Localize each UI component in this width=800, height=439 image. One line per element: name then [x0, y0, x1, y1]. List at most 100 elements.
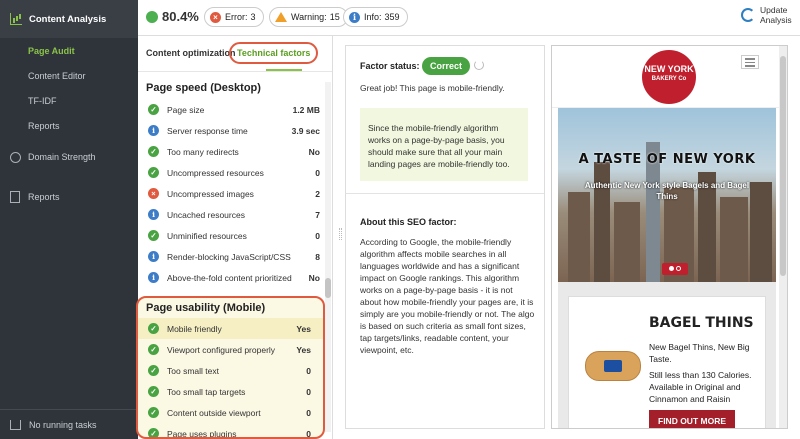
factor-value: Yes [296, 344, 311, 355]
factor-value: No [308, 146, 320, 157]
factor-label: Above-the-fold content prioritized [167, 272, 292, 283]
factor-label: Content outside viewport [167, 407, 261, 418]
warning-filter-button[interactable]: Warning: 15 [269, 7, 348, 27]
preview-header: NEW YORK BAKERY Co [552, 46, 781, 108]
factor-row[interactable]: i Render-blocking JavaScript/CSS 8 [138, 246, 332, 267]
factor-status-badge: Correct [422, 57, 471, 75]
check-icon: ✓ [148, 365, 159, 376]
factor-label: Uncompressed images [167, 188, 254, 199]
factor-label: Mobile friendly [167, 323, 222, 334]
scrollbar-thumb[interactable] [780, 56, 786, 276]
factor-label: Too small text [167, 365, 219, 376]
factor-label: Uncompressed resources [167, 167, 264, 178]
scrollbar-thumb[interactable] [325, 278, 331, 298]
check-icon: ✓ [148, 344, 159, 355]
factor-label: Page size [167, 104, 205, 115]
check-icon: ✓ [148, 323, 159, 334]
building-shape [614, 202, 640, 282]
about-heading: About this SEO factor: [360, 217, 457, 227]
factor-row[interactable]: ✓ Page size 1.2 MB [138, 99, 332, 120]
factor-row[interactable]: i Server response time 3.9 sec [138, 120, 332, 141]
factor-value: 3.9 sec [291, 125, 320, 136]
factor-note: Since the mobile-friendly algorithm work… [360, 108, 528, 181]
error-icon: × [210, 11, 221, 23]
page-usability-section: Page usability (Mobile) ✓ Mobile friendly… [136, 296, 325, 439]
info-icon: i [148, 251, 159, 262]
factor-row[interactable]: ✓ Page uses plugins 0 [138, 423, 323, 439]
factor-details-panel: Factor status: Correct Great job! This p… [345, 45, 545, 429]
sidebar-subitem-reports[interactable]: Reports [0, 113, 138, 138]
product-text-2: Still less than 130 Calories. Available … [649, 370, 752, 404]
factor-row[interactable]: ✓ Mobile friendly Yes [138, 318, 323, 339]
error-filter-button[interactable]: × Error: 3 [204, 7, 264, 27]
check-icon: ✓ [148, 104, 159, 115]
factor-label: Too small tap targets [167, 386, 246, 397]
sidebar-subitem-tf-idf[interactable]: TF-IDF [0, 88, 138, 113]
factor-value: No [308, 272, 320, 283]
divider [346, 193, 544, 194]
update-analysis-button[interactable]: Update Analysis [741, 5, 794, 25]
factor-label: Page uses plugins [167, 428, 237, 439]
preview-scrollbar[interactable] [779, 46, 787, 428]
info-filter-button[interactable]: i Info: 359 [343, 7, 408, 27]
task-status[interactable]: No running tasks [0, 409, 138, 439]
preview-page: NEW YORK BAKERY Co A TASTE OF NEW YORK A… [552, 46, 781, 428]
tab-content-optimization[interactable]: Content optimization [146, 48, 236, 58]
factor-row[interactable]: ✓ Uncompressed resources 0 [138, 162, 332, 183]
sidebar-item-domain-strength[interactable]: Domain Strength [0, 144, 138, 170]
page-usability-heading: Page usability (Mobile) [146, 302, 266, 314]
building-shape [568, 192, 590, 282]
building-shape [720, 197, 748, 282]
factor-row[interactable]: ✓ Viewport configured properly Yes [138, 339, 323, 360]
hero-banner: A TASTE OF NEW YORK Authentic New York s… [558, 108, 776, 282]
sidebar-subitem-content-editor[interactable]: Content Editor [0, 63, 138, 88]
sidebar-item-reports[interactable]: Reports [0, 184, 138, 210]
find-out-more-button[interactable]: FIND OUT MORE [649, 410, 735, 428]
sidebar-subitem-page-audit[interactable]: Page Audit [0, 38, 138, 63]
factor-row[interactable]: ✓ Too small text 0 [138, 360, 323, 381]
factors-scrollbar[interactable] [325, 82, 331, 432]
update-analysis-label: Update Analysis [760, 5, 792, 25]
panel-splitter-handle[interactable] [339, 228, 342, 240]
page-speed-list: ✓ Page size 1.2 MB i Server response time 3.9… [138, 99, 332, 288]
info-icon: i [148, 125, 159, 136]
check-icon: ✓ [148, 386, 159, 397]
factor-row[interactable]: ✓ Too many redirects No [138, 141, 332, 162]
factor-value: 0 [315, 167, 320, 178]
factor-value: 2 [315, 188, 320, 199]
info-count: 359 [384, 12, 400, 22]
error-label: Error: [225, 12, 248, 22]
factor-row[interactable]: ✓ Unminified resources 0 [138, 225, 332, 246]
sidebar-header-label: Content Analysis [29, 13, 107, 25]
check-icon: ✓ [148, 167, 159, 178]
product-card: BAGEL THINS New Bagel Thins, New Big Tas… [568, 296, 766, 428]
top-bar: 80.4% × Error: 3 Warning: 15 i Info: 359… [138, 0, 800, 36]
page-speed-heading: Page speed (Desktop) [146, 82, 261, 94]
carousel-dots[interactable] [662, 263, 688, 275]
factor-row[interactable]: ✓ Content outside viewport 0 [138, 402, 323, 423]
brand-logo: NEW YORK BAKERY Co [642, 50, 696, 104]
info-icon: i [148, 209, 159, 220]
tab-technical-factors[interactable]: Technical factors [229, 42, 319, 64]
factor-value: 1.2 MB [292, 104, 320, 115]
product-image [585, 351, 641, 381]
product-text-1: New Bagel Thins, New Big Taste. [649, 342, 750, 364]
task-status-label: No running tasks [29, 419, 97, 430]
recheck-icon[interactable] [474, 60, 484, 70]
active-tab-underline [266, 69, 302, 71]
factor-value: 8 [315, 251, 320, 262]
info-label: Info: [364, 12, 382, 22]
factor-row[interactable]: i Uncached resources 7 [138, 204, 332, 225]
factor-label: Viewport configured properly [167, 344, 276, 355]
factor-row[interactable]: i Above-the-fold content prioritized No [138, 267, 332, 288]
factor-label: Too many redirects [167, 146, 239, 157]
factor-row[interactable]: × Uncompressed images 2 [138, 183, 332, 204]
factor-label: Unminified resources [167, 230, 247, 241]
factor-label: Uncached resources [167, 209, 245, 220]
product-title: BAGEL THINS [649, 315, 754, 331]
factor-row[interactable]: ✓ Too small tap targets 0 [138, 381, 323, 402]
hamburger-menu-icon[interactable] [741, 55, 759, 69]
gauge-icon [10, 151, 21, 163]
tab-bar: Content optimization Technical factors [138, 36, 332, 72]
sidebar-item-content-analysis[interactable]: Content Analysis [0, 0, 138, 38]
